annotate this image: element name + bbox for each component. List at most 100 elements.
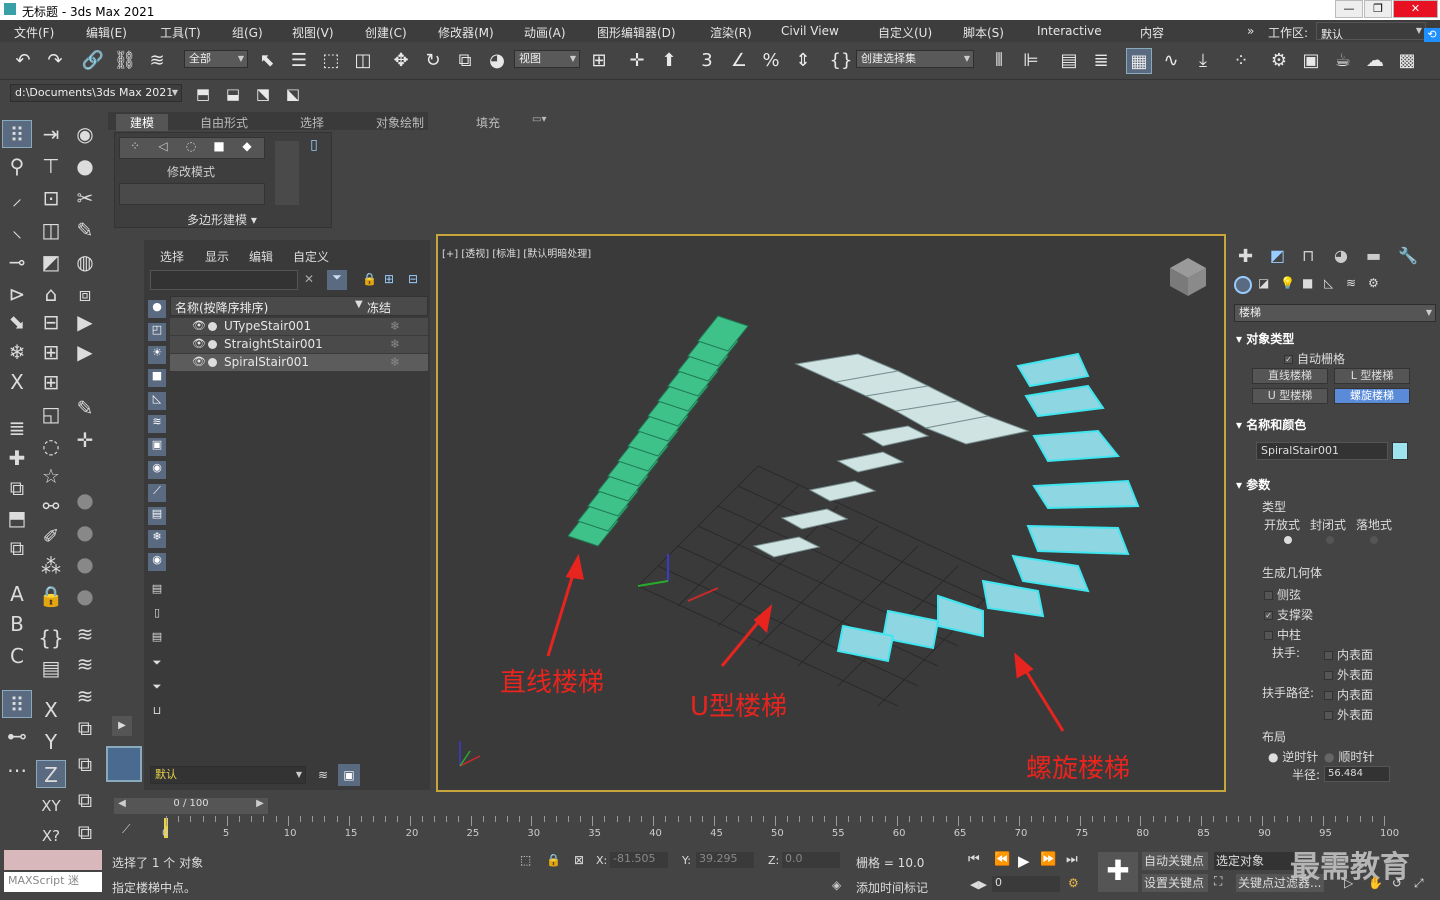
curve-editor-mini-icon[interactable]: ⟋ [122, 822, 130, 837]
xy-cycle-icon[interactable]: X? [36, 822, 66, 850]
display-tab-icon[interactable]: ▬ [1366, 246, 1381, 265]
tab-selection[interactable]: 选择 [300, 114, 324, 131]
set-key-button[interactable]: 设置关键点 [1142, 874, 1208, 892]
render-dot-icon[interactable] [208, 340, 217, 349]
selection-filter-select[interactable]: 全部 [184, 50, 248, 68]
create-tools-icon[interactable]: ⇥ [36, 120, 66, 148]
menu-scripting[interactable]: 脚本(S) [963, 24, 1004, 41]
z-axis-icon[interactable]: Z [36, 760, 66, 788]
close-button[interactable]: ✕ [1393, 0, 1438, 18]
filter-cameras-icon[interactable]: ■ [148, 369, 166, 387]
category-select[interactable]: 楼梯 [1234, 304, 1436, 322]
y-axis-icon[interactable]: Y [36, 728, 66, 756]
filter-spacewarps-icon[interactable]: ≋ [148, 415, 166, 433]
window-crossing-icon[interactable]: ◫ [350, 48, 376, 74]
prev-frame-icon[interactable]: ⏪ [994, 852, 1010, 867]
angle-snap-icon[interactable]: ∠ [726, 48, 752, 74]
xy-snap-icon[interactable]: X [2, 368, 32, 396]
perspective-viewport[interactable]: [+] [透视] [标准] [默认明暗处理] 直线楼梯 U型楼梯 螺旋楼梯 [436, 234, 1226, 792]
next-frame-icon[interactable]: ⏩ [1040, 852, 1056, 867]
circle-tool-icon[interactable]: ● [70, 486, 100, 514]
filter-shapes-icon[interactable]: ◰ [148, 323, 166, 341]
stack-2-tool-icon[interactable]: ≋ [70, 620, 100, 648]
cw-radio[interactable]: ● 顺时针 [1324, 748, 1374, 765]
chamfer-tool-icon[interactable]: ◩ [36, 248, 66, 276]
render-setup-icon[interactable]: ⚙ [1266, 48, 1292, 74]
list-item[interactable]: 👁 StraightStair001 ❄ [170, 336, 428, 353]
object-color-swatch[interactable] [1392, 442, 1408, 460]
hierarchy-2-icon[interactable]: ⊟ [408, 272, 418, 286]
frame-stepper-icon[interactable]: ◀▶ [970, 878, 987, 891]
circle-tool-2-icon[interactable]: ● [70, 518, 100, 546]
time-config-icon[interactable]: ⚙ [1068, 876, 1079, 890]
carriage-checkbox[interactable]: ✓ 支撑梁 [1264, 606, 1313, 623]
filter-lights-icon[interactable]: ☀ [148, 346, 166, 364]
record-tool-icon[interactable]: ▶ [70, 338, 100, 366]
filter-bracket-icon[interactable]: ⊔ [148, 704, 166, 722]
minimize-button[interactable]: — [1335, 0, 1363, 18]
nav-arrow-icon[interactable]: ▷ [1344, 876, 1353, 890]
straight-stair-button[interactable]: 直线楼梯 [1252, 368, 1328, 384]
parameters-rollout[interactable]: ▾ 参数 [1236, 476, 1436, 494]
type-closed-radio[interactable] [1326, 536, 1334, 544]
freeze-icon[interactable]: ❄ [390, 337, 400, 351]
bold-tool-icon[interactable]: B [2, 610, 32, 638]
filter-geometry-icon[interactable]: ● [148, 300, 166, 318]
object-type-rollout[interactable]: ▾ 对象类型 [1236, 330, 1436, 348]
ruler-tool-icon[interactable]: ⊷ [2, 722, 32, 750]
stack-5-tool-icon[interactable]: ⧉ [70, 714, 100, 742]
select-manipulate-icon[interactable]: ✛ [624, 48, 650, 74]
polygon-mode-icon[interactable]: ■ [205, 139, 233, 157]
spinner-snap-icon[interactable]: ⇕ [790, 48, 816, 74]
name-color-rollout[interactable]: ▾ 名称和颜色 [1236, 416, 1436, 434]
filter-helpers-icon[interactable]: ◺ [148, 392, 166, 410]
key-filter-icon[interactable]: ⛶ [1214, 874, 1222, 889]
tab-populate[interactable]: 填充 [476, 114, 500, 131]
curve-editor-icon[interactable]: ∿ [1158, 48, 1184, 74]
se-search-input[interactable] [150, 270, 298, 290]
handrail-inside-checkbox[interactable]: 内表面 [1324, 646, 1373, 663]
layer-stack-icon[interactable]: ⧉ [2, 534, 32, 562]
filter-groups-icon[interactable]: ▣ [148, 438, 166, 456]
render-dot-icon[interactable] [208, 322, 217, 331]
filter-funnel-icon[interactable]: ⏷ [148, 656, 166, 674]
visibility-eye-icon[interactable]: 👁 [192, 337, 206, 350]
nav-maximize-icon[interactable]: ⤢ [1414, 876, 1424, 891]
maximize-button[interactable]: ❐ [1364, 0, 1392, 18]
graphite-tools-icon[interactable]: ⠿ [2, 120, 32, 148]
sort-desc-icon[interactable]: ▼ [355, 299, 363, 310]
autogrid-checkbox[interactable]: ✓ 自动栅格 [1284, 350, 1345, 367]
utilities-tab-icon[interactable]: 🔧 [1398, 246, 1418, 265]
snowflake-icon[interactable]: ❄ [2, 338, 32, 366]
menu-create[interactable]: 创建(C) [365, 24, 407, 41]
lock-selection-icon[interactable]: 🔒 [362, 272, 377, 286]
lock-icon[interactable]: 🔒 [36, 582, 66, 610]
move-icon[interactable]: ✥ [388, 48, 414, 74]
type-open-radio[interactable] [1284, 536, 1292, 544]
menu-file[interactable]: 文件(F) [14, 24, 54, 41]
play-tool-icon[interactable]: ▶ [70, 308, 100, 336]
create-tab-icon[interactable]: ✚ [1238, 246, 1253, 267]
selection-lock-icon[interactable]: 🔒 [546, 853, 561, 867]
z-coord-field[interactable]: 0.0 [782, 852, 840, 868]
pen-tool-2-icon[interactable]: ✐ [36, 522, 66, 550]
time-prev-icon[interactable]: ◀ [114, 798, 130, 814]
braces-tool-icon[interactable]: {} [36, 624, 66, 652]
text-tool-icon[interactable]: A [2, 580, 32, 608]
scene-explorer-mode-icon[interactable]: ▣ [338, 764, 360, 786]
visibility-eye-icon[interactable]: 👁 [192, 355, 206, 368]
menu-edit[interactable]: 编辑(E) [86, 24, 127, 41]
add-time-tag-label[interactable]: 添加时间标记 [856, 879, 928, 896]
key-mode-select[interactable]: 选定对象 [1214, 852, 1298, 870]
menu-interactive[interactable]: Interactive [1037, 24, 1102, 38]
render-cloud-icon[interactable]: ☁ [1362, 48, 1388, 74]
u-stair-button[interactable]: U 型楼梯 [1252, 388, 1328, 404]
menu-animation[interactable]: 动画(A) [524, 24, 566, 41]
l-stair-button[interactable]: L 型楼梯 [1334, 368, 1410, 384]
weld-tool-icon[interactable]: ⊸ [2, 248, 32, 276]
menu-views[interactable]: 视图(V) [292, 24, 334, 41]
goto-start-icon[interactable]: ⏮ [968, 852, 980, 867]
hierarchy-icon[interactable]: ⊞ [384, 272, 394, 286]
stack-tool-icon[interactable]: ≣ [2, 414, 32, 442]
workspace-select[interactable]: 默认 [1316, 22, 1426, 41]
